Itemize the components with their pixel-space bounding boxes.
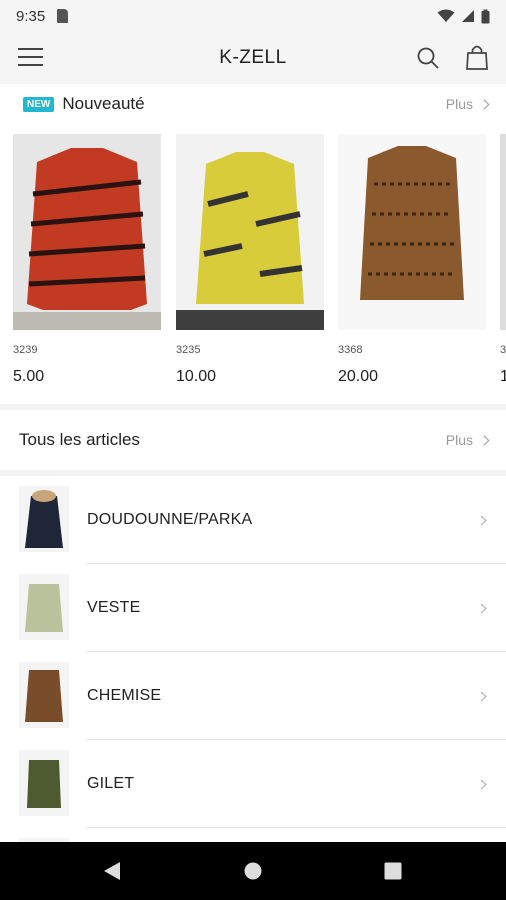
product-price: 20.00 bbox=[338, 368, 379, 385]
chevron-right-icon bbox=[479, 435, 490, 445]
product-code: 3 bbox=[500, 344, 506, 356]
category-label: GILET bbox=[87, 775, 135, 792]
new-arrivals-section: NEW Nouveauté Plus 3239 5.00 3235 10.00 … bbox=[0, 84, 506, 404]
category-thumbnail bbox=[19, 662, 69, 728]
product-card[interactable]: 3235 10.00 bbox=[176, 134, 324, 386]
chevron-right-icon bbox=[479, 99, 490, 109]
category-row-gilet[interactable]: GILET bbox=[0, 740, 506, 828]
new-badge: NEW bbox=[23, 96, 55, 112]
chevron-right-icon bbox=[476, 603, 487, 613]
category-label: VESTE bbox=[87, 599, 141, 616]
home-icon[interactable] bbox=[244, 862, 262, 880]
back-icon[interactable] bbox=[103, 861, 121, 881]
product-card[interactable]: 3 1 bbox=[500, 134, 506, 386]
more-label: Plus bbox=[445, 432, 473, 448]
product-image bbox=[500, 134, 506, 330]
all-articles-more-link[interactable]: Plus bbox=[445, 432, 490, 448]
more-label: Plus bbox=[445, 96, 473, 112]
product-price: 10.00 bbox=[176, 368, 217, 385]
battery-icon bbox=[481, 9, 490, 23]
chevron-right-icon bbox=[476, 515, 487, 525]
category-thumbnail bbox=[19, 486, 69, 552]
app-bar: K-ZELL bbox=[0, 32, 506, 84]
search-icon[interactable] bbox=[416, 46, 440, 70]
product-card[interactable]: 3368 20.00 bbox=[338, 134, 486, 386]
chevron-right-icon bbox=[476, 779, 487, 789]
product-code: 3368 bbox=[338, 344, 363, 356]
new-arrivals-title: Nouveauté bbox=[62, 94, 145, 113]
product-price: 5.00 bbox=[13, 368, 45, 385]
product-price: 1 bbox=[500, 368, 506, 385]
new-arrivals-header: NEW Nouveauté Plus bbox=[0, 84, 506, 124]
sim-card-icon bbox=[57, 9, 69, 23]
all-articles-title: Tous les articles bbox=[19, 430, 140, 449]
status-icons bbox=[437, 9, 490, 24]
status-time: 9:35 bbox=[16, 7, 46, 25]
shopping-bag-icon[interactable] bbox=[466, 44, 488, 70]
product-image bbox=[338, 134, 486, 330]
category-list: DOUDOUNNE/PARKA VESTE CHEMISE GILET bbox=[0, 476, 506, 842]
category-row-doudounne[interactable]: DOUDOUNNE/PARKA bbox=[0, 476, 506, 564]
status-bar: 9:35 bbox=[0, 0, 506, 32]
new-arrivals-more-link[interactable]: Plus bbox=[445, 96, 490, 112]
category-label: CHEMISE bbox=[87, 687, 162, 704]
product-image bbox=[13, 134, 161, 330]
product-image bbox=[176, 134, 324, 330]
category-thumbnail bbox=[19, 750, 69, 816]
product-code: 3239 bbox=[13, 344, 38, 356]
all-articles-header[interactable]: Tous les articles Plus bbox=[0, 410, 506, 470]
category-row-partial[interactable] bbox=[0, 828, 506, 842]
chevron-right-icon bbox=[476, 691, 487, 701]
category-label: DOUDOUNNE/PARKA bbox=[87, 511, 253, 528]
product-code: 3235 bbox=[176, 344, 201, 356]
category-row-veste[interactable]: VESTE bbox=[0, 564, 506, 652]
product-carousel[interactable]: 3239 5.00 3235 10.00 3368 20.00 3 1 bbox=[0, 134, 506, 394]
signal-icon bbox=[462, 10, 474, 22]
category-row-chemise[interactable]: CHEMISE bbox=[0, 652, 506, 740]
recents-icon[interactable] bbox=[384, 862, 402, 880]
product-card[interactable]: 3239 5.00 bbox=[13, 134, 161, 386]
navigation-bar bbox=[0, 842, 506, 900]
wifi-icon bbox=[437, 9, 455, 22]
category-thumbnail bbox=[19, 574, 69, 640]
